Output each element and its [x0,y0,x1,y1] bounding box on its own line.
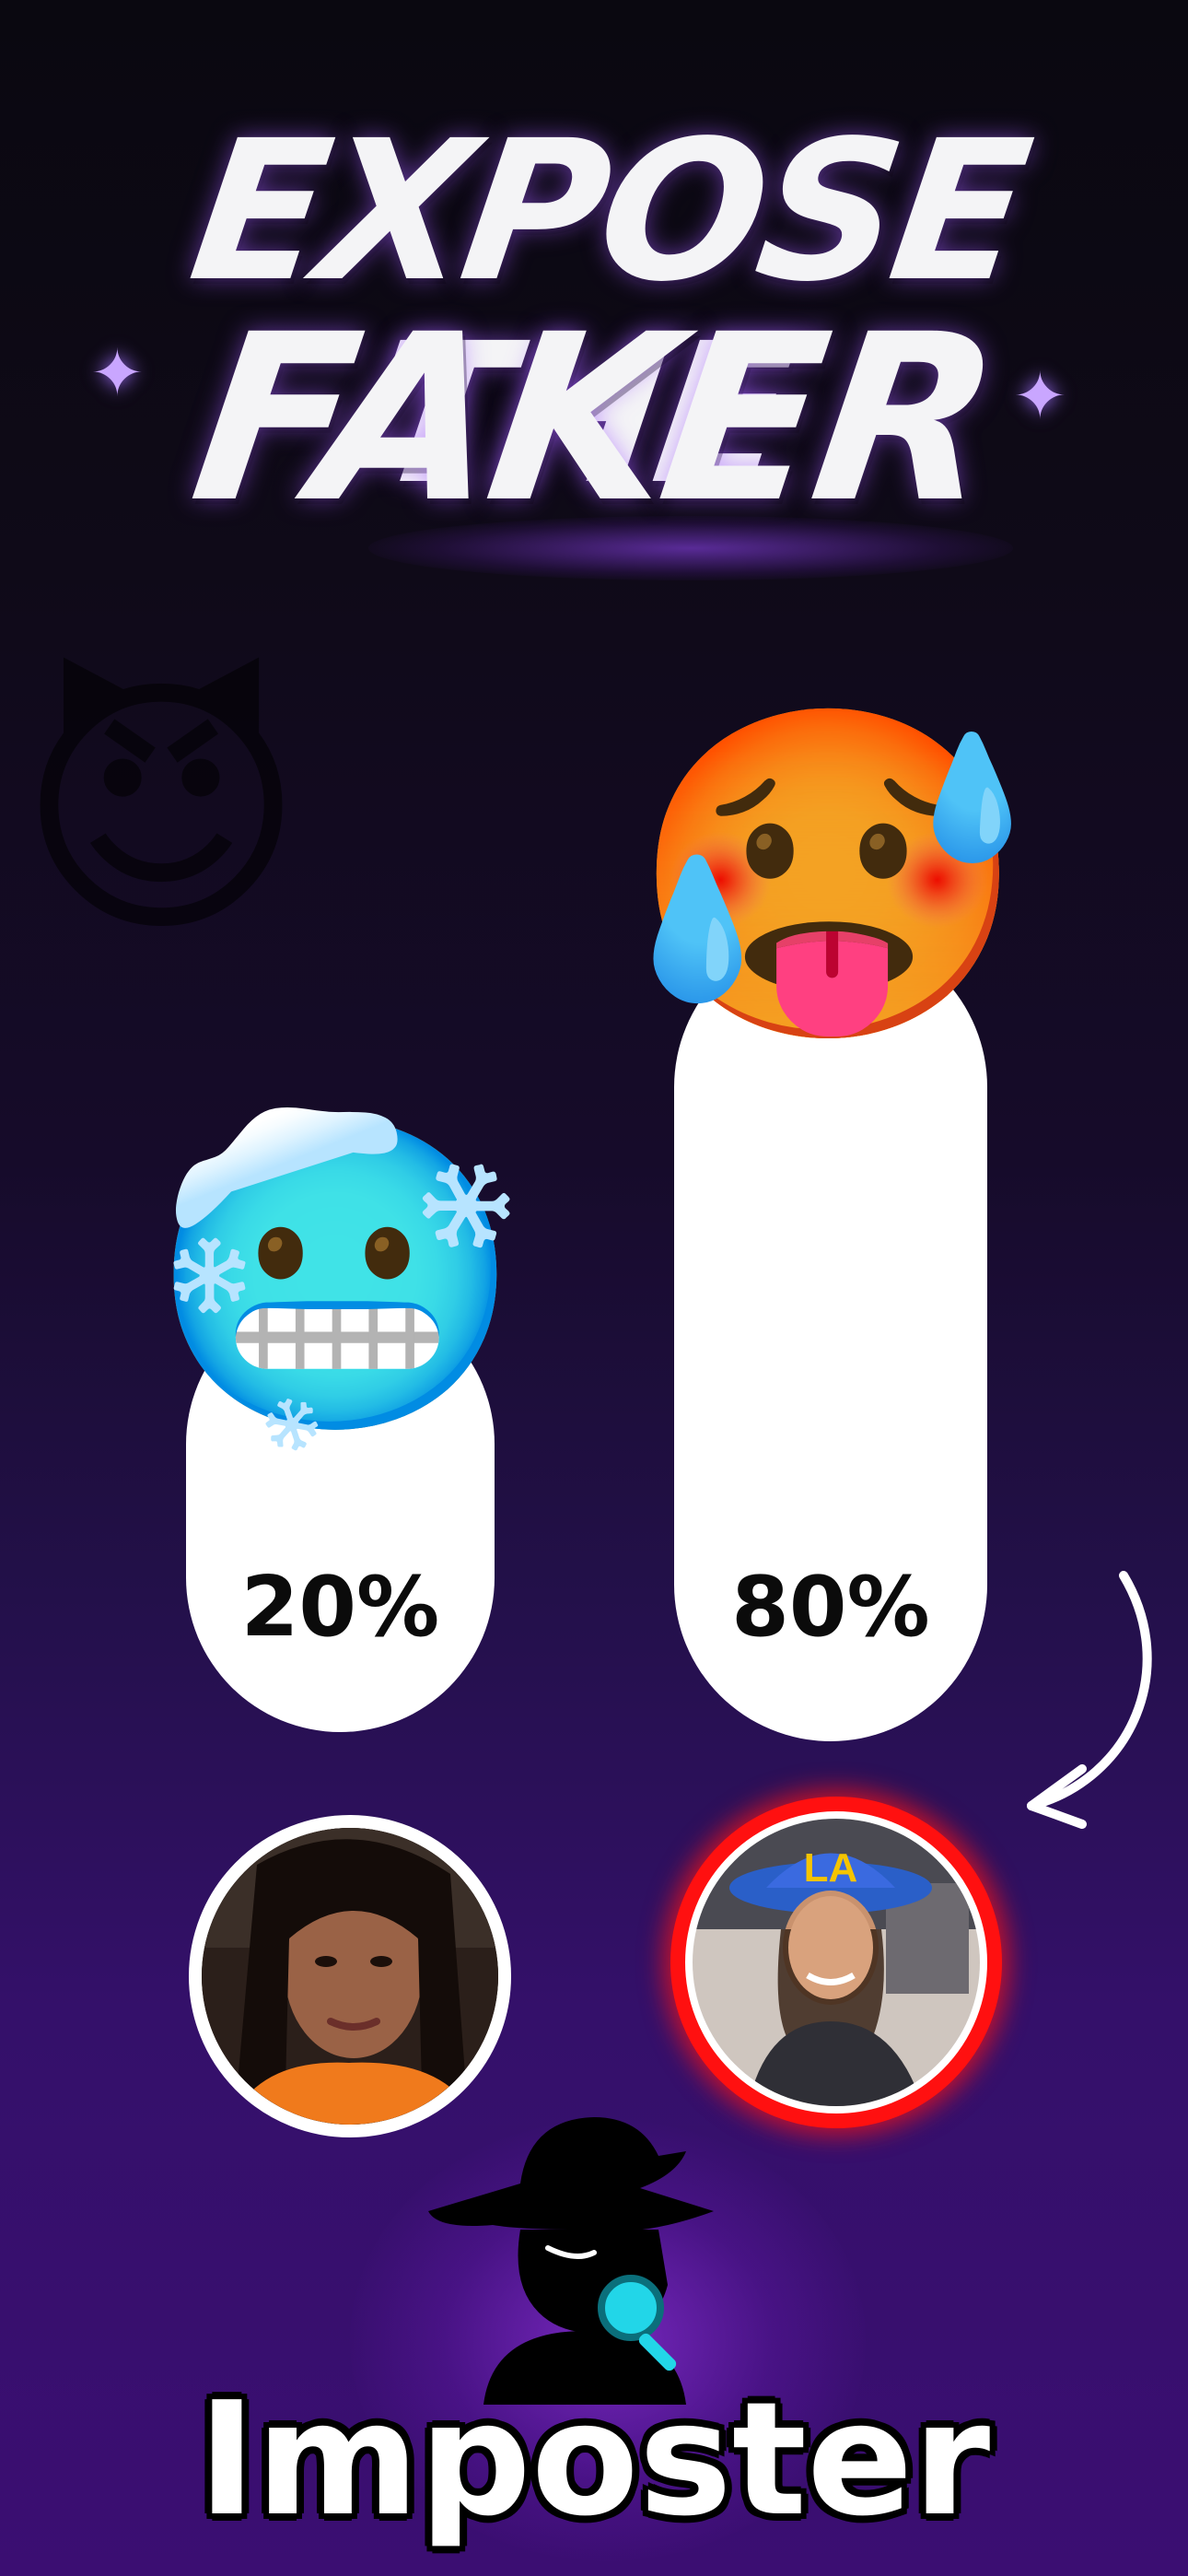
app-name-wordmark: Imposter [197,2369,991,2551]
hot-face-emoji-icon: 🥵 [628,687,1030,1063]
sparkle-icon-left: ✦ [90,335,145,411]
headline-line-2: FAKER [180,285,1009,553]
sparkle-icon-right: ✦ [1013,358,1067,434]
poll-percent-cold: 20% [240,1559,440,1656]
player-avatar-1[interactable] [189,1815,511,2137]
app-store-screenshot: EXPOSE THE FAKER ✦ ✦ 😈 20% 🥶 80% 🥵 LA Im… [0,0,1188,2576]
avatar-photo-2: LA [693,1819,980,2106]
avatar-photo-frame-2: LA [693,1819,980,2106]
curved-arrow-icon [1027,1571,1152,1829]
player-avatar-2-highlighted[interactable]: LA [670,1797,1002,2128]
cold-face-emoji-icon: 🥶 [146,1099,526,1453]
spy-logo-icon [428,2117,714,2405]
devil-emoji-icon: 😈 [17,650,306,971]
avatar-photo-1 [202,1828,498,2125]
svg-text:LA: LA [804,1845,858,1891]
poll-percent-hot: 80% [731,1559,930,1656]
